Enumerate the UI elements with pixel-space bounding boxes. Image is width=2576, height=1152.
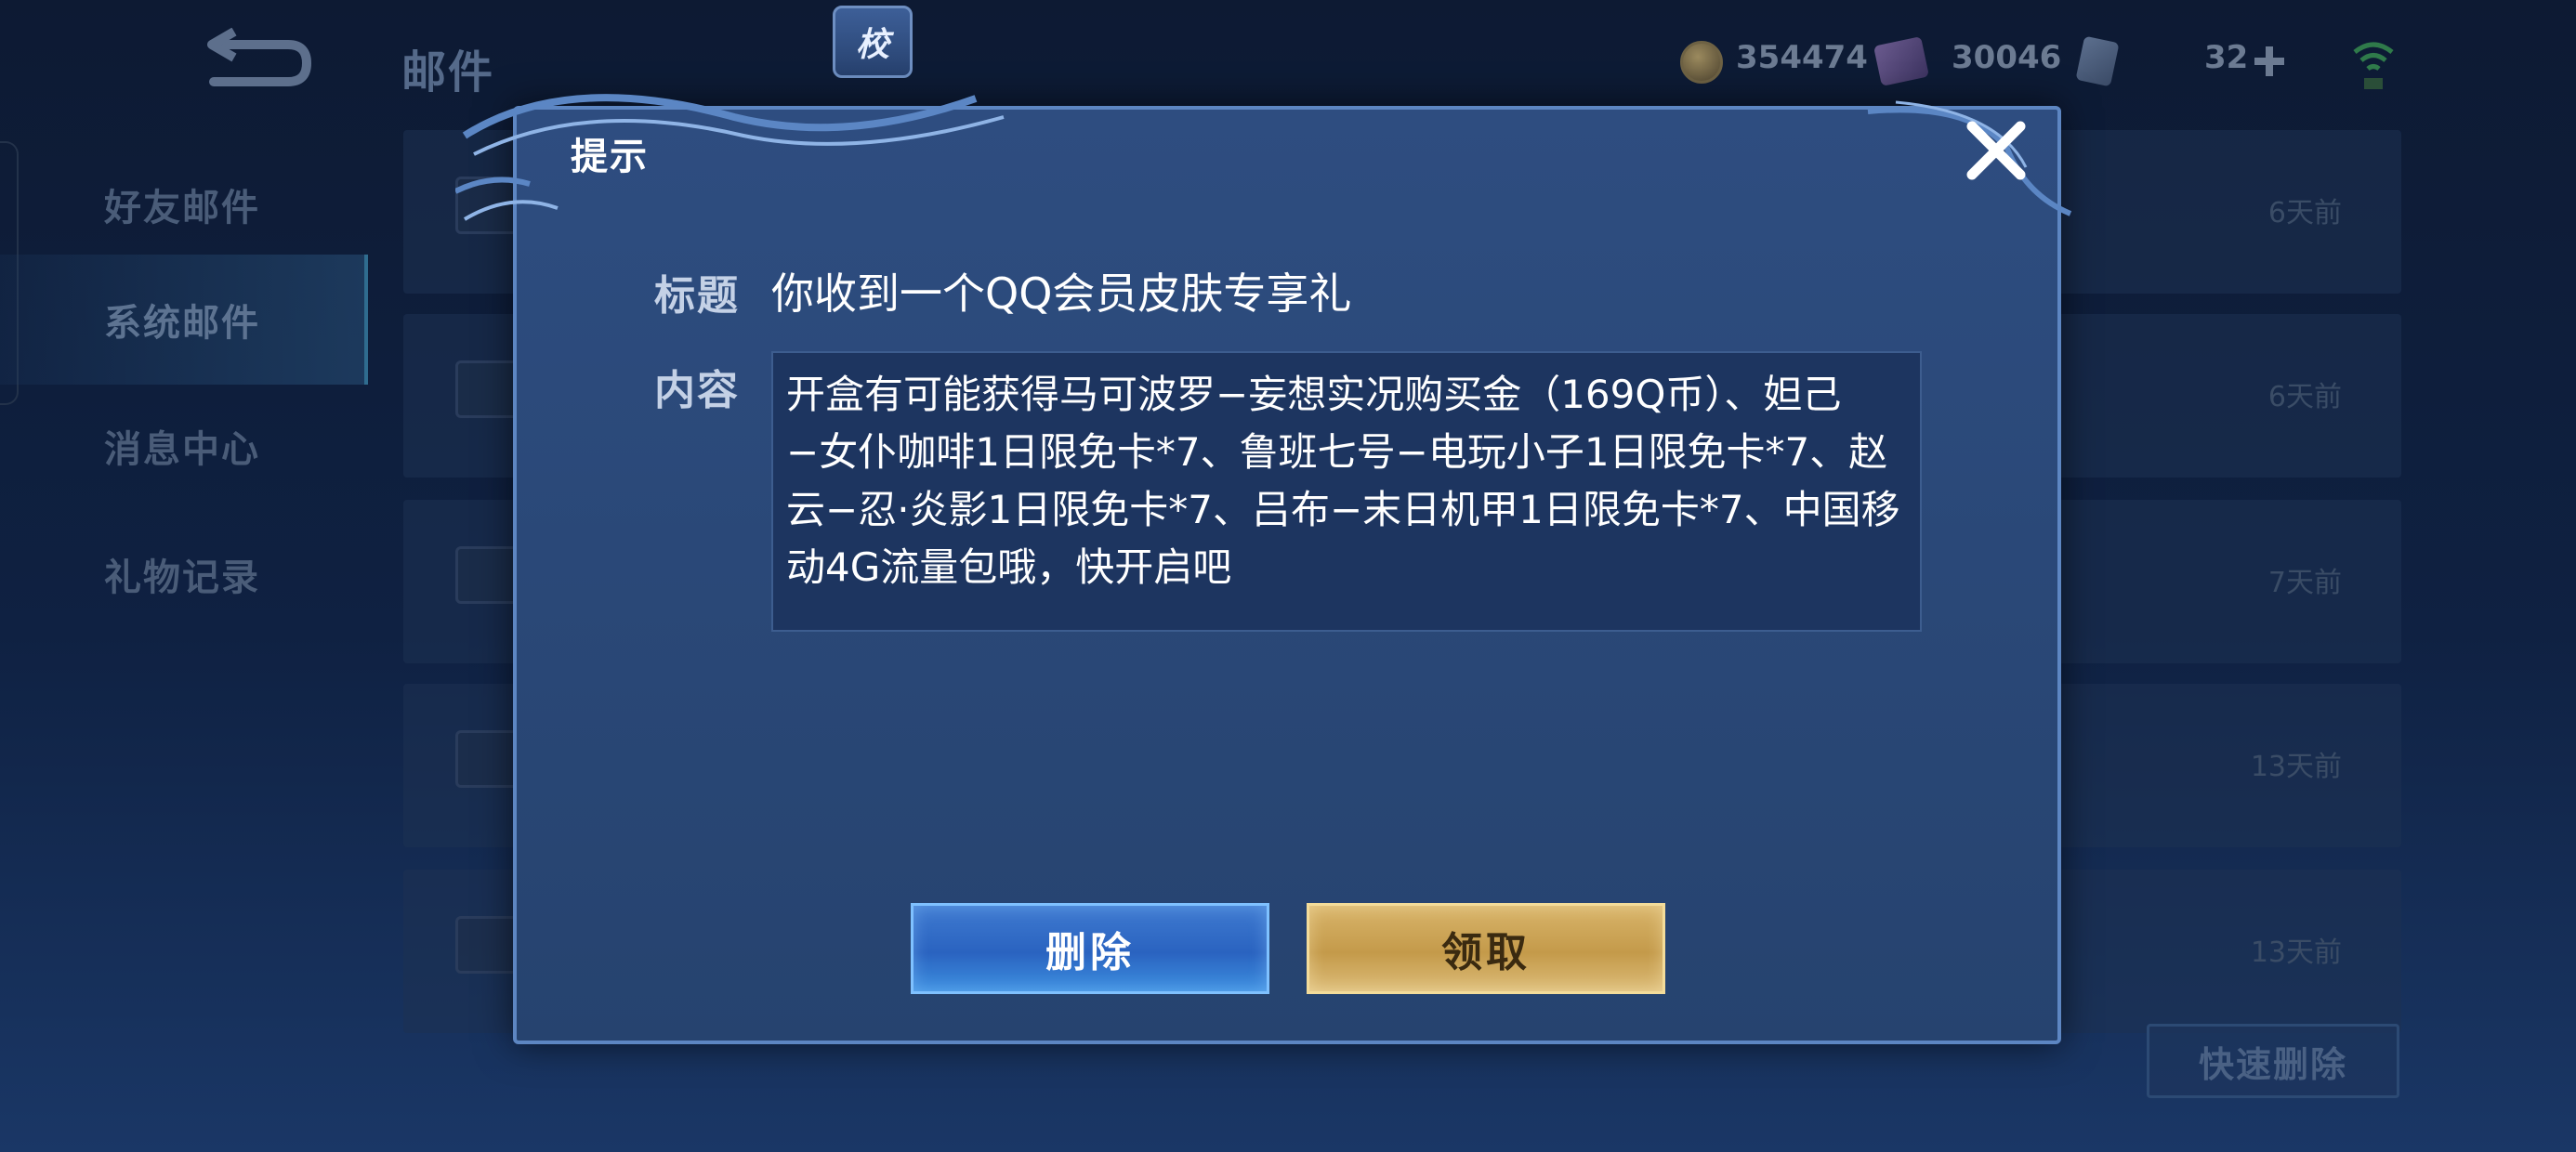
claim-button[interactable]: 领取 xyxy=(1307,903,1665,994)
mail-time: 6天前 xyxy=(2267,197,2342,229)
diamond-icon xyxy=(1873,36,1930,86)
back-arrow-icon[interactable] xyxy=(195,28,316,93)
mail-body-text: 开盒有可能获得马可波罗−妄想实况购买金（169Q币）、妲己−女仆咖啡1日限免卡*… xyxy=(786,372,1900,590)
wifi-signal-icon xyxy=(2353,42,2394,89)
quick-delete-button[interactable]: 快速删除 xyxy=(2147,1024,2399,1098)
coin-icon xyxy=(1680,41,1723,84)
ticket-card-icon xyxy=(2075,35,2120,87)
mail-time: 13天前 xyxy=(2250,751,2342,783)
sidebar-item-system-mail[interactable]: 系统邮件 xyxy=(0,255,368,385)
coin-count: 354474 xyxy=(1736,39,1868,76)
content-label: 内容 xyxy=(654,367,740,414)
close-icon[interactable] xyxy=(1963,117,2030,184)
delete-button[interactable]: 删除 xyxy=(911,903,1269,994)
content-box[interactable]: 开盒有可能获得马可波罗−妄想实况购买金（169Q币）、妲己−女仆咖啡1日限免卡*… xyxy=(771,351,1922,632)
ticket-count: 32 xyxy=(2204,39,2249,76)
mail-time: 13天前 xyxy=(2250,936,2342,969)
sidebar-item-gift-records[interactable]: 礼物记录 xyxy=(0,509,364,639)
mail-subject: 你收到一个QQ会员皮肤专享礼 xyxy=(771,268,1352,319)
dialog-title: 提示 xyxy=(571,136,649,178)
sidebar-item-message-center[interactable]: 消息中心 xyxy=(0,381,364,511)
campus-badge-icon[interactable]: 校 xyxy=(833,6,913,78)
diamond-count: 30046 xyxy=(1952,39,2062,76)
title-label: 标题 xyxy=(654,272,740,320)
sidebar-item-friend-mail[interactable]: 好友邮件 xyxy=(0,139,364,269)
dialog-ornament-left xyxy=(455,94,1005,221)
plus-icon[interactable] xyxy=(2253,45,2286,78)
mail-time: 6天前 xyxy=(2267,381,2342,413)
mail-time: 7天前 xyxy=(2267,567,2342,599)
